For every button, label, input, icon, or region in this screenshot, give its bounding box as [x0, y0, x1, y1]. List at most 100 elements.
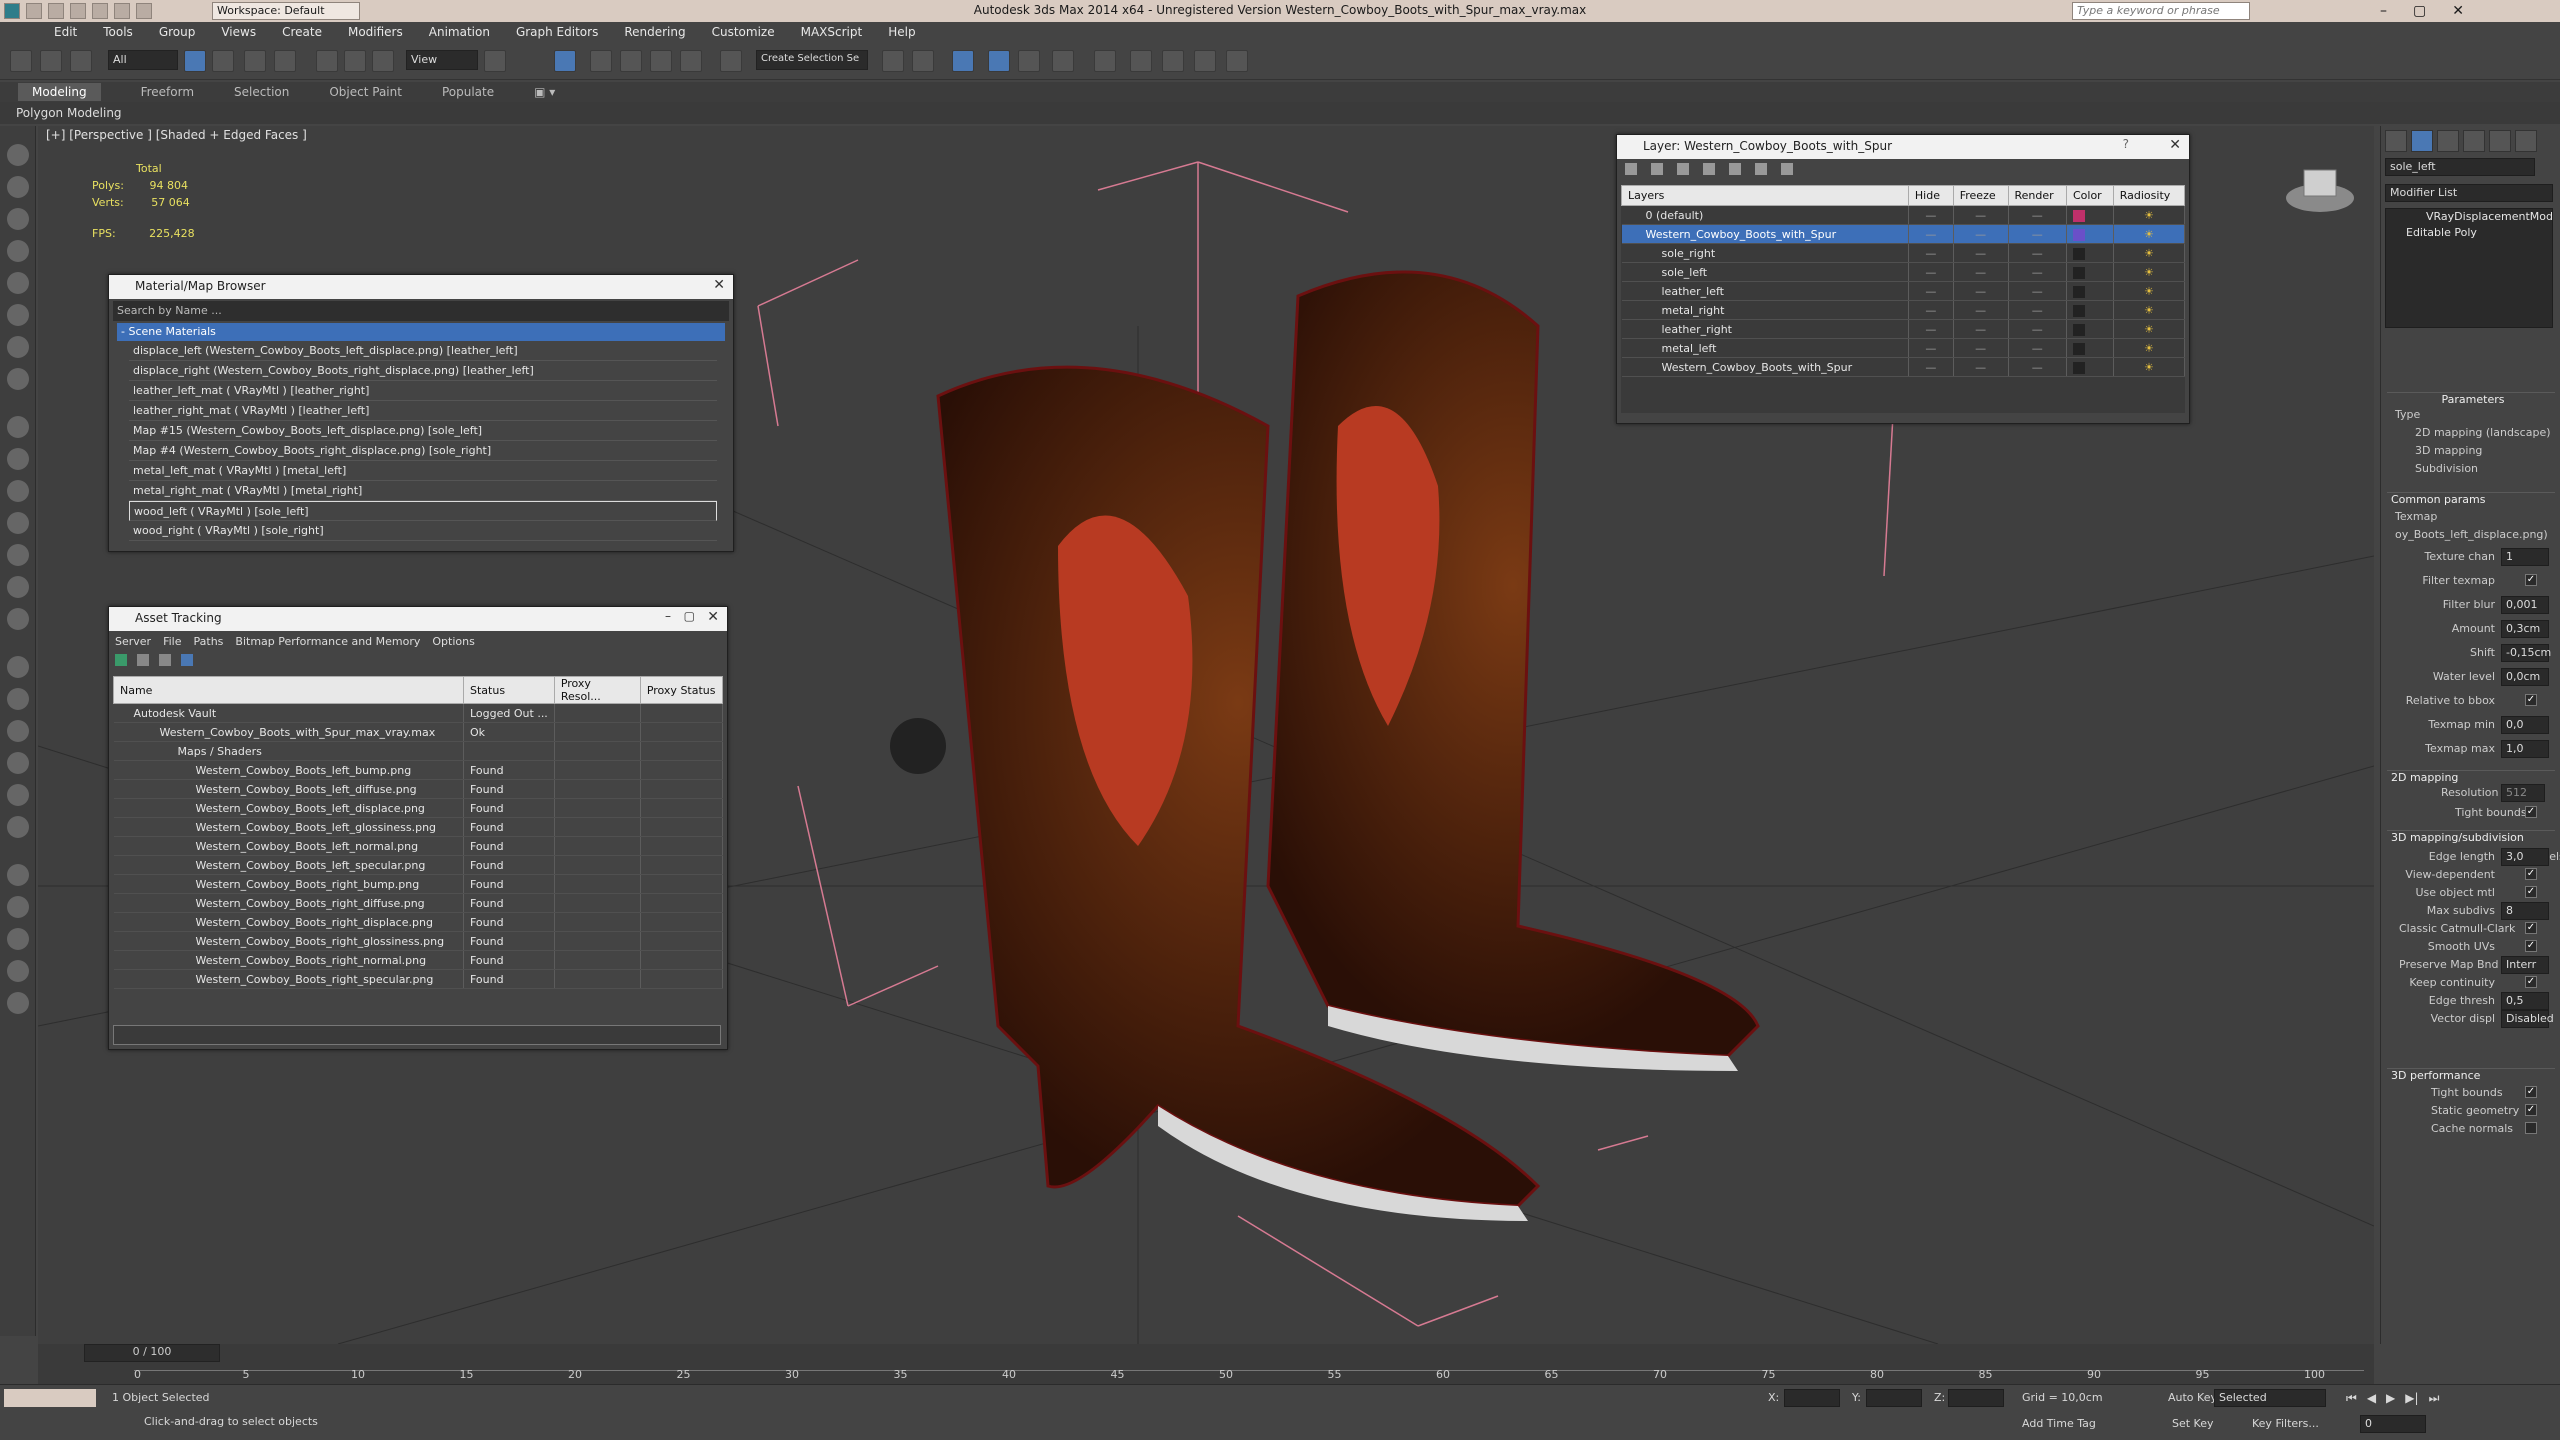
- freeze-toggle[interactable]: —: [1953, 243, 2009, 263]
- motion-tab-icon[interactable]: [2463, 130, 2485, 152]
- col-proxy-status[interactable]: Proxy Status: [639, 676, 724, 704]
- tight-bounds-checkbox[interactable]: ✓: [2525, 806, 2537, 818]
- col-layers[interactable]: Layers: [1621, 185, 1909, 206]
- statistics-icon[interactable]: [7, 960, 29, 982]
- layer-color-swatch[interactable]: [2066, 243, 2114, 263]
- radio-subdivision[interactable]: Subdivision: [2415, 462, 2478, 475]
- maxscript-listener[interactable]: [4, 1389, 96, 1407]
- open-file-icon[interactable]: [48, 3, 64, 19]
- tab-selection[interactable]: Selection: [234, 85, 289, 99]
- named-selection-dropdown[interactable]: Create Selection Se: [756, 50, 868, 70]
- render-toggle[interactable]: —: [2008, 243, 2067, 263]
- layer-color-swatch[interactable]: [2066, 338, 2114, 358]
- asset-row[interactable]: Western_Cowboy_Boots_left_normal.png Foun…: [113, 836, 724, 856]
- auto-key-button[interactable]: Auto Key: [2168, 1391, 2217, 1404]
- tab-freeform[interactable]: Freeform: [141, 85, 194, 99]
- close-icon[interactable]: ✕: [2452, 3, 2464, 19]
- layer-color-swatch[interactable]: [2066, 262, 2114, 282]
- material-item[interactable]: Map #15 (Western_Cowboy_Boots_left_displ…: [129, 421, 717, 441]
- ribbon-panel[interactable]: Polygon Modeling: [0, 102, 2560, 124]
- list-view-icon[interactable]: [137, 654, 149, 666]
- asset-row[interactable]: Maps / Shaders: [113, 741, 724, 761]
- render-toggle[interactable]: —: [2008, 262, 2067, 282]
- radiosity-icon[interactable]: ☀: [2113, 319, 2186, 339]
- param-input[interactable]: Disabled: [2501, 1010, 2554, 1028]
- col-name[interactable]: Name: [113, 676, 464, 704]
- hide-toggle[interactable]: —: [1908, 281, 1954, 301]
- freeze-toggle[interactable]: —: [1953, 205, 2009, 225]
- render-toggle[interactable]: —: [2008, 281, 2067, 301]
- resolution-input[interactable]: 512: [2501, 784, 2545, 802]
- radiosity-icon[interactable]: ☀: [2113, 205, 2186, 225]
- current-frame-input[interactable]: 0: [2360, 1415, 2426, 1433]
- menu-group[interactable]: Group: [159, 25, 196, 39]
- rectangle-selection-icon[interactable]: [244, 50, 266, 72]
- radiosity-icon[interactable]: ☀: [2113, 243, 2186, 263]
- col-proxy-resolution[interactable]: Proxy Resol...: [553, 676, 641, 704]
- create-camera-icon[interactable]: [7, 272, 29, 294]
- viewport-label[interactable]: [+] [Perspective ] [Shaded + Edged Faces…: [46, 128, 307, 142]
- cone-primitive-icon[interactable]: [7, 544, 29, 566]
- parameters-rollout[interactable]: Parameters: [2387, 392, 2555, 406]
- hair-icon[interactable]: [7, 816, 29, 838]
- render-toggle[interactable]: —: [2008, 300, 2067, 320]
- menu-edit[interactable]: Edit: [54, 25, 77, 39]
- asset-row[interactable]: Western_Cowboy_Boots_right_diffuse.png Fo…: [113, 893, 724, 913]
- create-helper-icon[interactable]: [7, 304, 29, 326]
- layer-row[interactable]: Western_Cowboy_Boots_with_Spur — — — ☀: [1621, 357, 2186, 377]
- previous-frame-icon[interactable]: ◀: [2367, 1391, 2376, 1406]
- sphere-primitive-icon[interactable]: [7, 416, 29, 438]
- schematic-view-icon[interactable]: [1052, 50, 1074, 72]
- render-iterative-icon[interactable]: [1226, 50, 1248, 72]
- angle-snap-icon[interactable]: [620, 50, 642, 72]
- render-toggle[interactable]: —: [2008, 357, 2067, 377]
- help-icon[interactable]: ?: [2123, 137, 2129, 151]
- percent-snap-icon[interactable]: [650, 50, 672, 72]
- x-coordinate-input[interactable]: [1784, 1389, 1840, 1407]
- create-system-icon[interactable]: [7, 368, 29, 390]
- menu-tools[interactable]: Tools: [103, 25, 133, 39]
- render-toggle[interactable]: —: [2008, 205, 2067, 225]
- asset-row[interactable]: Western_Cowboy_Boots_right_specular.png F…: [113, 969, 724, 989]
- add-to-layer-icon[interactable]: [1677, 163, 1689, 175]
- param-checkbox[interactable]: ✓: [2525, 694, 2537, 706]
- maximize-icon[interactable]: ▢: [684, 609, 695, 623]
- layer-color-swatch[interactable]: [2066, 357, 2114, 377]
- render-toggle[interactable]: —: [2008, 319, 2067, 339]
- asset-row[interactable]: Western_Cowboy_Boots_right_displace.png F…: [113, 912, 724, 932]
- rotate-icon[interactable]: [344, 50, 366, 72]
- texmap-button[interactable]: oy_Boots_left_displace.png): [2395, 528, 2548, 541]
- create-box-icon[interactable]: [7, 176, 29, 198]
- workspace-dropdown[interactable]: Workspace: Default: [212, 2, 360, 20]
- select-objects-icon[interactable]: [1703, 163, 1715, 175]
- material-item[interactable]: wood_right ( VRayMtl ) [sole_right]: [129, 521, 717, 541]
- z-coordinate-input[interactable]: [1948, 1389, 2004, 1407]
- param-input[interactable]: Interr: [2501, 956, 2549, 974]
- menu-rendering[interactable]: Rendering: [624, 25, 685, 39]
- menu-bitmap-performance[interactable]: Bitmap Performance and Memory: [235, 635, 420, 648]
- radiosity-icon[interactable]: ☀: [2113, 357, 2186, 377]
- torus-primitive-icon[interactable]: [7, 512, 29, 534]
- freeze-toggle[interactable]: —: [1953, 300, 2009, 320]
- layer-row[interactable]: 0 (default) — — — ☀: [1621, 205, 2186, 225]
- asset-row[interactable]: Western_Cowboy_Boots_left_diffuse.png Fou…: [113, 779, 724, 799]
- freeze-toggle[interactable]: —: [1953, 262, 2009, 282]
- param-input[interactable]: -0,15cm: [2501, 644, 2551, 662]
- play-icon[interactable]: ▶: [2386, 1391, 2395, 1406]
- create-light-icon[interactable]: [7, 240, 29, 262]
- layer-manager-icon[interactable]: [952, 50, 974, 72]
- refresh-icon[interactable]: [115, 654, 127, 666]
- next-frame-icon[interactable]: ▶|: [2405, 1391, 2418, 1406]
- modifier-stack-item[interactable]: Editable Poly: [2386, 225, 2552, 241]
- menu-file[interactable]: File: [163, 635, 181, 648]
- hide-toggle[interactable]: —: [1908, 338, 1954, 358]
- foliage-icon[interactable]: [7, 752, 29, 774]
- perf-cache-normals-checkbox[interactable]: [2525, 1122, 2537, 1134]
- layer-color-swatch[interactable]: [2066, 281, 2114, 301]
- modify-tab-icon[interactable]: [2411, 130, 2433, 152]
- close-icon[interactable]: ✕: [2169, 137, 2181, 153]
- set-key-button[interactable]: Set Key: [2172, 1417, 2214, 1430]
- mirror-icon[interactable]: [882, 50, 904, 72]
- param-input[interactable]: 0,0cm: [2501, 668, 2549, 686]
- asset-row[interactable]: Western_Cowboy_Boots_left_displace.png Fo…: [113, 798, 724, 818]
